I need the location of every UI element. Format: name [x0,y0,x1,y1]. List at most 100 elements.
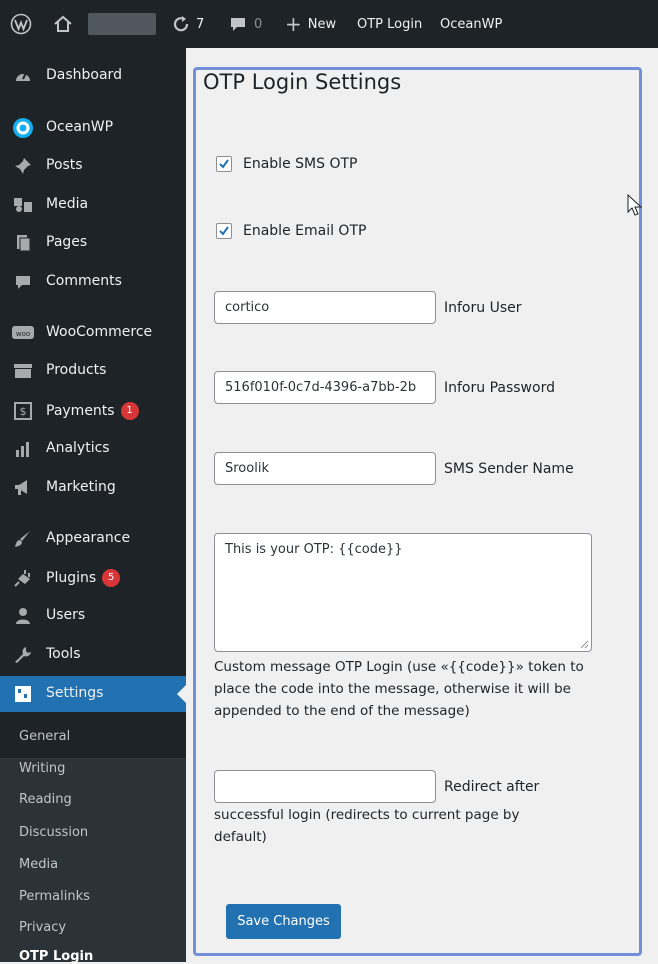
submenu-writing[interactable]: Writing [19,761,65,776]
sms-sender-input[interactable]: Sroolik [214,452,436,485]
payments-label: Payments [46,403,115,419]
submenu-general[interactable]: General [19,729,70,744]
page-title: OTP Login Settings [203,70,402,94]
settings-icon [12,684,34,704]
sidebar-item-pages[interactable]: Pages [0,225,186,261]
media-icon [12,195,34,215]
new-content-link[interactable]: + New [285,0,336,48]
sidebar-item-comments[interactable]: Comments [0,264,186,300]
plug-icon [12,568,34,588]
sidebar-item-oceanwp[interactable]: OceanWP [0,110,186,146]
new-label: New [307,16,337,32]
sidebar-item-settings[interactable]: Settings [0,676,186,712]
admin-sidebar: Dashboard OceanWP Posts Media Pages Comm… [0,48,186,964]
sidebar-item-woocommerce[interactable]: woo WooCommerce [0,315,186,351]
custom-message-textarea[interactable]: This is your OTP: {{code}} [214,533,592,652]
sidebar-item-products[interactable]: Products [0,353,186,389]
inforu-user-input[interactable]: cortico [214,291,436,324]
submenu-media[interactable]: Media [19,857,58,872]
sidebar-item-label: OceanWP [46,119,114,135]
sidebar-item-dashboard[interactable]: Dashboard [0,58,186,94]
sidebar-item-label: Comments [46,273,122,289]
home-icon[interactable] [53,0,73,48]
submenu-discussion[interactable]: Discussion [19,825,88,840]
comments-link[interactable]: 0 [230,0,262,48]
plugins-label: Plugins [46,570,97,586]
wrench-icon [12,645,34,665]
inforu-password-input[interactable]: 516f010f-0c7d-4396-a7bb-2b [214,371,436,404]
sidebar-item-label: Analytics [46,440,110,456]
enable-email-row: Enable Email OTP [216,223,366,239]
mouse-cursor-icon [627,194,643,216]
updates-icon [172,15,190,33]
custom-message-description: Custom message OTP Login (use «{{code}}»… [214,656,584,722]
sidebar-item-posts[interactable]: Posts [0,148,186,184]
admin-bar: 7 0 + New OTP Login OceanWP [0,0,658,48]
submenu-reading[interactable]: Reading [19,792,72,807]
wordpress-logo-icon[interactable] [10,0,32,48]
dashboard-icon [12,66,34,86]
svg-text:woo: woo [16,330,30,338]
sidebar-item-label: Settings [46,685,104,701]
sidebar-item-label: Payments 1 [46,402,139,420]
enable-sms-checkbox[interactable] [216,156,232,172]
desc-line: successful login (redirects to current p… [214,807,520,823]
comment-icon [12,272,34,292]
comment-bubble-icon [230,16,246,32]
desc-line: place the code into the message, otherwi… [214,681,571,697]
bar-chart-icon [12,439,34,459]
sidebar-item-marketing[interactable]: Marketing [0,470,186,506]
submenu-permalinks[interactable]: Permalinks [19,889,90,904]
plugins-badge: 5 [102,569,121,587]
plus-icon: + [285,12,302,36]
sidebar-item-label: Users [46,607,86,623]
dollar-icon: $ [12,401,34,421]
woo-icon: woo [12,323,34,343]
sidebar-item-label: Pages [46,234,88,250]
oceanwp-link[interactable]: OceanWP [440,0,502,48]
redirect-description: successful login (redirects to current p… [214,804,519,848]
otp-login-link[interactable]: OTP Login [357,0,422,48]
svg-text:$: $ [20,405,27,418]
archive-icon [12,361,34,381]
resize-handle-icon[interactable] [579,639,589,649]
redirect-label: Redirect after [444,779,540,795]
sidebar-item-label: Media [46,196,89,212]
sidebar-item-payments[interactable]: $ Payments 1 [0,393,186,429]
sidebar-item-plugins[interactable]: Plugins 5 [0,560,186,596]
desc-line: appended to the end of the message) [214,703,470,719]
sidebar-item-label: Tools [46,646,81,662]
enable-sms-label: Enable SMS OTP [243,156,358,172]
pin-icon [12,156,34,176]
sidebar-item-label: WooCommerce [46,324,153,340]
inforu-user-label: Inforu User [444,300,522,316]
updates-link[interactable]: 7 [172,0,204,48]
enable-email-label: Enable Email OTP [243,223,367,239]
megaphone-icon [12,478,34,498]
sidebar-item-users[interactable]: Users [0,598,186,634]
desc-line: Custom message OTP Login (use «{{code}}»… [214,659,584,675]
brush-icon [12,529,34,549]
sidebar-item-appearance[interactable]: Appearance [0,521,186,557]
enable-email-checkbox[interactable] [216,223,232,239]
desc-line: default) [214,829,267,845]
pages-icon [12,233,34,253]
inforu-password-label: Inforu Password [444,380,555,396]
enable-sms-row: Enable SMS OTP [216,156,357,172]
updates-count: 7 [196,16,205,32]
sidebar-item-media[interactable]: Media [0,187,186,223]
user-icon [12,606,34,626]
sidebar-item-label: Dashboard [46,67,122,83]
sidebar-item-label: Products [46,362,107,378]
site-name-blurred[interactable] [88,13,156,35]
sidebar-item-label: Appearance [46,530,131,546]
sidebar-item-label: Marketing [46,479,116,495]
save-changes-button[interactable]: Save Changes [226,904,341,939]
sms-sender-label: SMS Sender Name [444,461,574,477]
sidebar-item-label: Posts [46,157,83,173]
sidebar-item-label: Plugins 5 [46,569,121,587]
redirect-input[interactable] [214,770,436,803]
submenu-privacy[interactable]: Privacy [19,920,66,935]
sidebar-item-tools[interactable]: Tools [0,637,186,673]
sidebar-item-analytics[interactable]: Analytics [0,431,186,467]
